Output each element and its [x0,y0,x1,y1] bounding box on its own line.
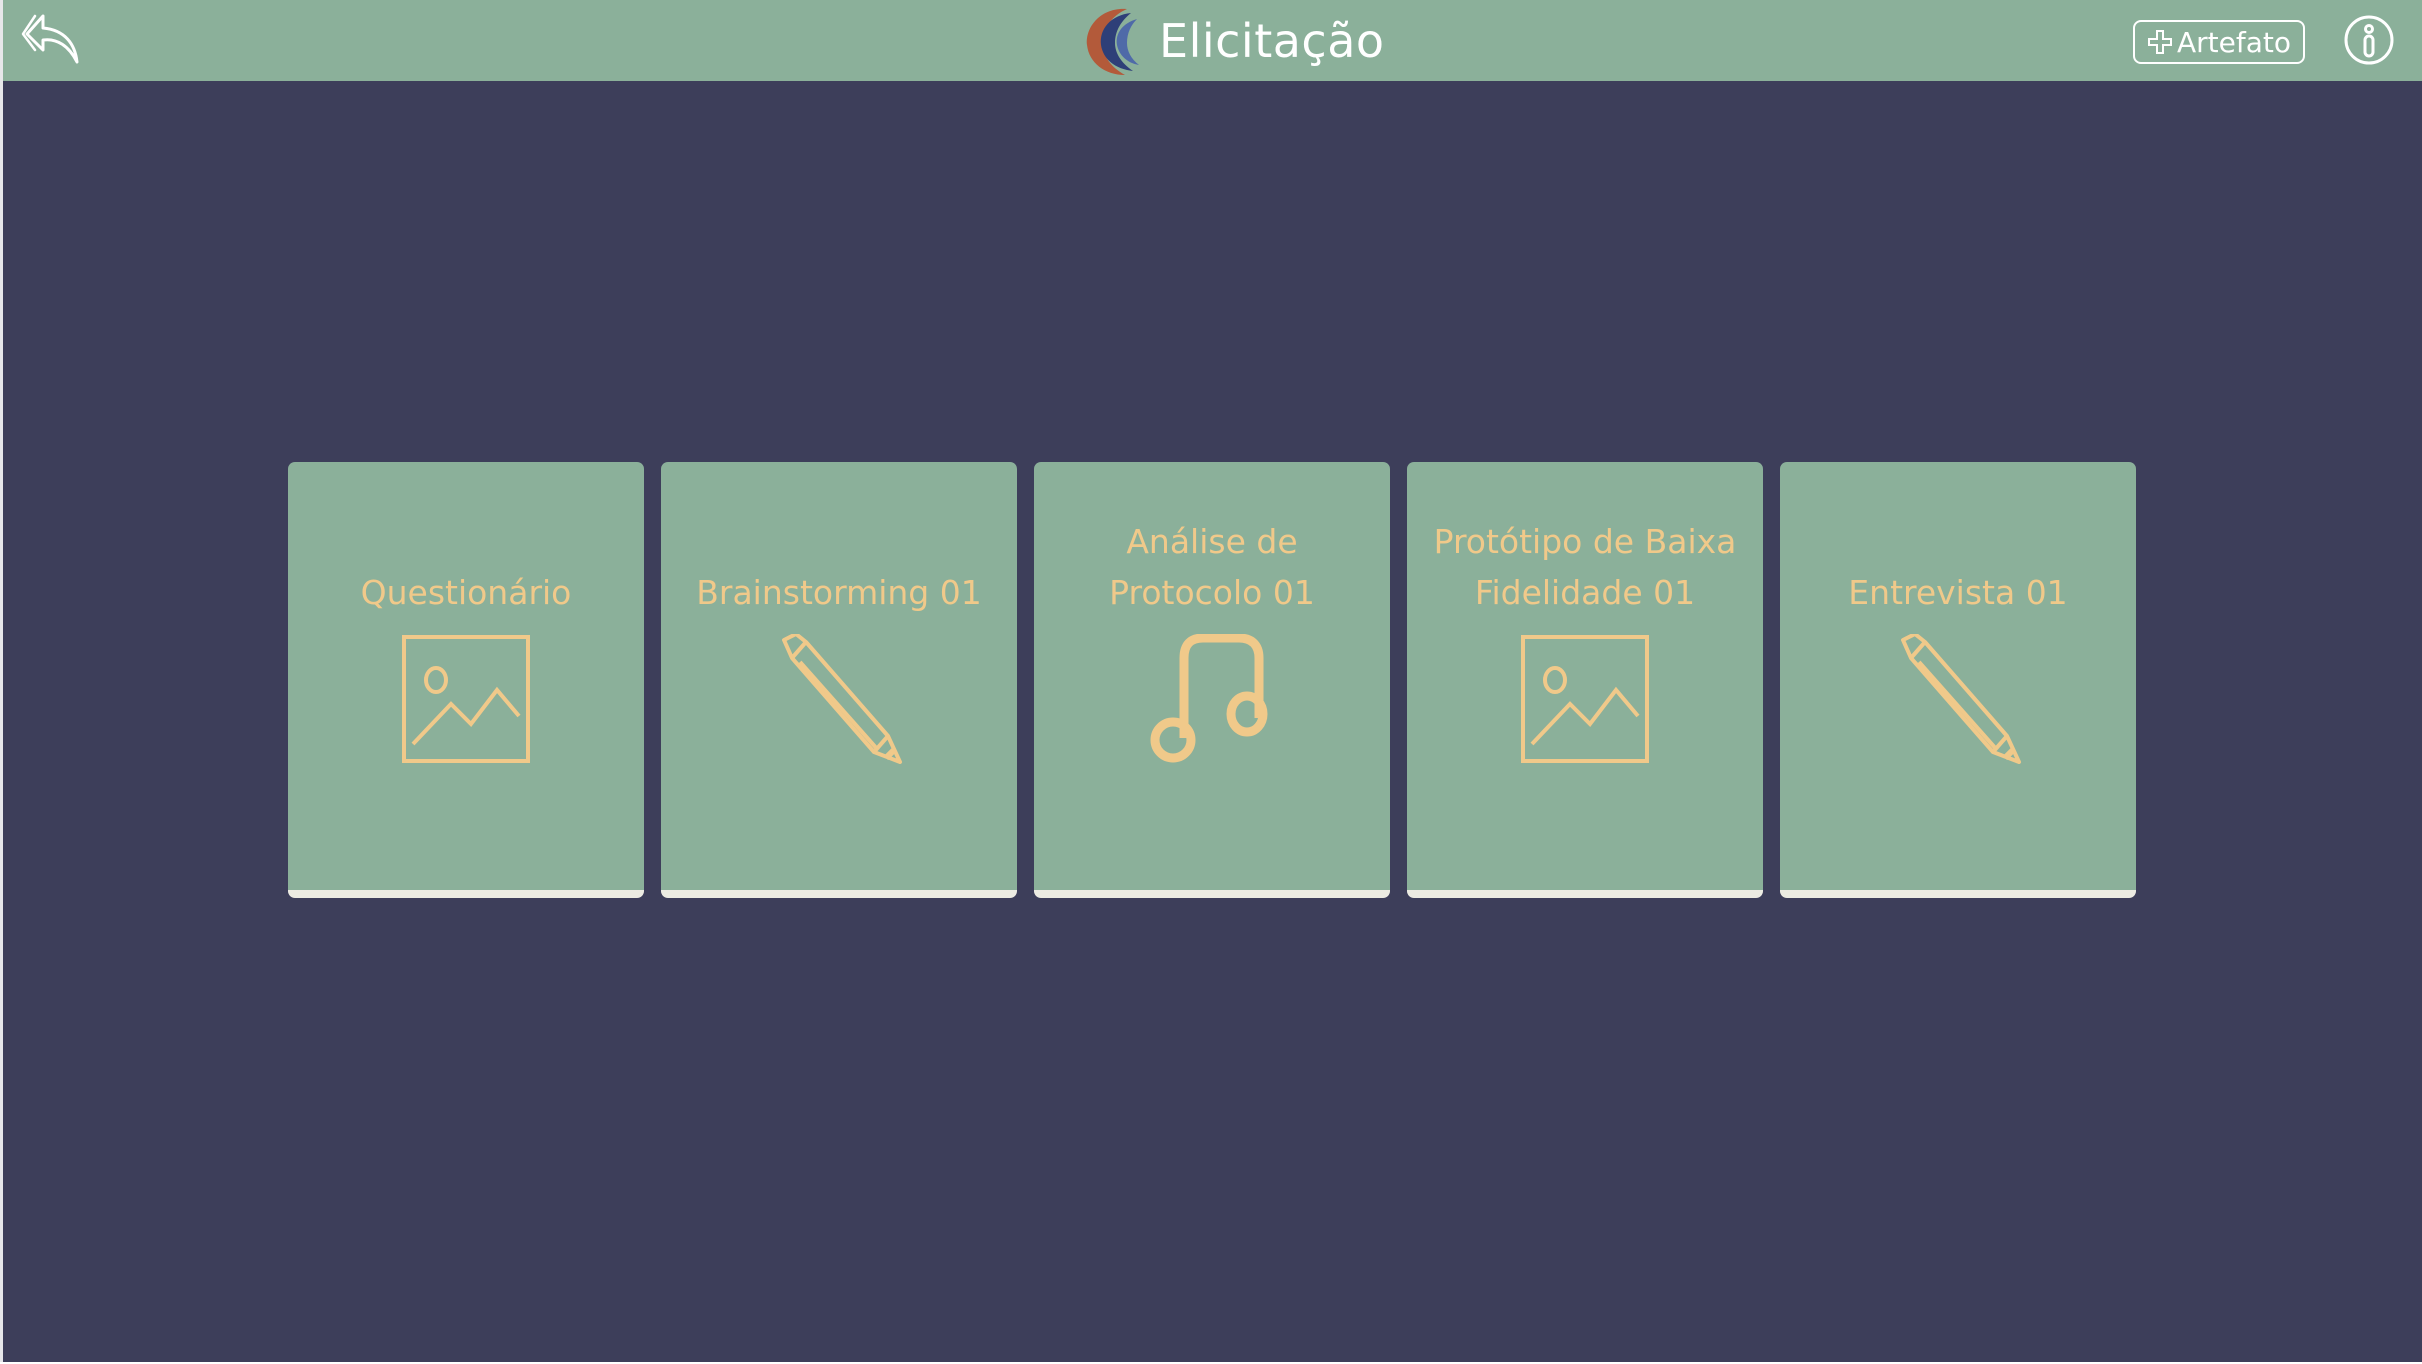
add-artifact-button[interactable]: Artefato [2133,20,2305,64]
image-icon [402,635,530,763]
artifact-card[interactable]: Brainstorming 01 [661,462,1017,898]
artifact-card[interactable]: Análise de Protocolo 01 [1034,462,1390,898]
artifact-card-title: Entrevista 01 [1848,573,2068,612]
add-artifact-label: Artefato [2177,25,2291,59]
header-title-group: Elicitação [1081,0,1385,81]
page-title: Elicitação [1159,13,1385,68]
pencil-icon [1901,634,2021,764]
artifact-card-title: Questionário [360,573,572,612]
info-button[interactable] [2343,14,2395,66]
info-icon [2344,15,2394,65]
artifact-card-title: Protótipo de Baixa Fidelidade 01 [1433,522,1737,612]
app-window: Elicitação Artefato Questionário Brainst… [0,0,2422,1362]
back-arrow-icon [21,14,79,64]
artifact-card-title: Brainstorming 01 [696,573,982,612]
artifact-card-list: Questionário Brainstorming 01 Análise de… [288,462,2136,898]
plus-icon [2148,30,2172,54]
music-note-icon [1150,634,1268,763]
app-logo-icon [1086,8,1139,75]
top-bar: Elicitação Artefato [3,0,2422,81]
image-icon [1521,635,1649,763]
artifact-card[interactable]: Protótipo de Baixa Fidelidade 01 [1407,462,1763,898]
artifact-card[interactable]: Questionário [288,462,644,898]
artifact-card-title: Análise de Protocolo 01 [1109,522,1315,612]
pencil-icon [782,634,902,764]
artifact-card[interactable]: Entrevista 01 [1780,462,2136,898]
back-button[interactable] [21,10,85,74]
